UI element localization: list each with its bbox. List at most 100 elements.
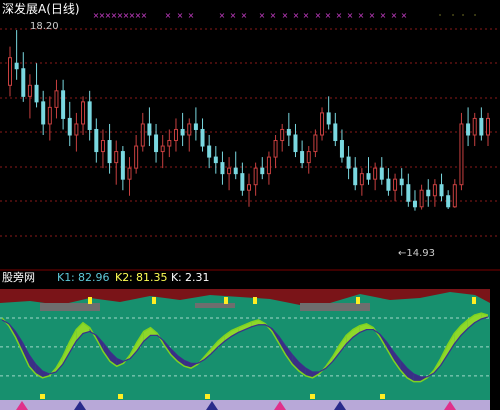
candle-body <box>373 167 378 180</box>
candle-body <box>286 128 291 136</box>
candle-body <box>193 123 198 130</box>
candle-body <box>293 134 298 153</box>
candle-body <box>326 112 331 125</box>
candlesticks <box>8 30 490 211</box>
candle-body <box>167 140 172 147</box>
candle-body <box>320 112 325 136</box>
indicator-grey-band <box>40 303 100 311</box>
candle-body <box>134 145 139 169</box>
candle-body <box>459 123 464 186</box>
candle-body <box>486 117 490 136</box>
candle-body <box>439 184 444 197</box>
svg-text::: : <box>178 271 182 284</box>
signal-marker: × <box>380 11 387 20</box>
signal-marker: × <box>315 11 322 20</box>
candle-body <box>200 128 205 147</box>
candle-body <box>61 90 66 119</box>
candle-body <box>366 173 371 180</box>
svg-text::: : <box>71 271 75 284</box>
signal-tick <box>380 394 385 399</box>
signal-tick <box>88 297 92 304</box>
signal-markers: × × × × × × × × × × × × × × × × × × × × × × × × × × × × × · · · · <box>93 11 477 20</box>
signal-marker: × <box>325 11 332 20</box>
signal-marker: · <box>462 11 465 20</box>
signal-tick <box>118 394 123 399</box>
candle-body <box>160 145 165 153</box>
indicator-grey-band <box>300 303 370 311</box>
candle-body <box>419 189 424 208</box>
candle-body <box>406 184 411 202</box>
candle-body <box>260 167 265 175</box>
signal-marker: × <box>177 11 184 20</box>
stock-chart-window: × × × × × × × × × × × × × × × × × × × × × × × × × × × × × · · · · 18.20 … <box>0 0 500 410</box>
signal-tick <box>472 297 476 304</box>
candle-body <box>47 106 52 125</box>
indicator-panel <box>0 289 490 410</box>
candle-body <box>74 123 79 136</box>
candle-body <box>379 167 384 180</box>
indicator-grey-band <box>195 303 235 308</box>
signal-marker: × <box>401 11 408 20</box>
candle-body <box>127 167 132 180</box>
candle-body <box>479 117 484 136</box>
signal-marker: × <box>259 11 266 20</box>
candle-body <box>120 151 125 180</box>
candle-body <box>114 151 119 164</box>
signal-marker: · <box>439 11 442 20</box>
candle-body <box>346 156 351 169</box>
candle-body <box>67 117 72 136</box>
indicator-name: 股旁网 <box>2 270 35 284</box>
chart-title: 深发展A(日线) <box>2 1 80 16</box>
candle-body <box>34 84 39 103</box>
candle-body <box>154 134 159 153</box>
candle-body <box>452 184 457 208</box>
candle-body <box>333 123 338 142</box>
candle-body <box>54 90 59 108</box>
candle-body <box>147 123 152 136</box>
candle-body <box>306 151 311 164</box>
signal-marker: × <box>369 11 376 20</box>
signal-marker: × <box>391 11 398 20</box>
candle-body <box>399 178 404 186</box>
candle-body <box>273 140 278 158</box>
candle-body <box>247 184 251 191</box>
candle-body <box>359 173 364 186</box>
candle-body <box>412 200 417 208</box>
candle-body <box>339 140 344 158</box>
candle-body <box>140 123 145 147</box>
signal-marker: × <box>165 11 172 20</box>
high-price-label: 18.20 <box>30 21 59 32</box>
signal-tick <box>152 297 156 304</box>
candle-body <box>313 134 318 153</box>
candle-body <box>94 128 99 153</box>
candle-body <box>386 178 391 191</box>
candle-body <box>213 156 218 164</box>
legend-k1-label: K1 <box>57 271 71 284</box>
candle-body <box>446 195 451 208</box>
candle-body <box>87 101 92 130</box>
candle-body <box>253 167 258 186</box>
signal-marker: · <box>474 11 477 20</box>
signal-tick <box>356 297 360 304</box>
candle-body <box>81 101 86 125</box>
candle-body <box>266 156 271 175</box>
candle-body <box>233 167 238 175</box>
candle-body <box>240 173 245 191</box>
legend-k1-value: 82.96 <box>78 271 110 284</box>
candle-body <box>472 117 477 136</box>
legend-k2-label: K2 <box>115 271 129 284</box>
candle-body <box>227 167 232 175</box>
signal-marker: × <box>336 11 343 20</box>
candle-body <box>21 68 26 97</box>
candle-body <box>180 128 185 136</box>
signal-marker: × <box>282 11 289 20</box>
signal-tick <box>224 297 228 304</box>
low-price-label: ←14.93 <box>398 248 435 259</box>
signal-marker: × <box>241 11 248 20</box>
signal-marker: × <box>293 11 300 20</box>
candle-body <box>173 128 178 142</box>
signal-tick <box>253 297 257 304</box>
candle-body <box>100 140 105 153</box>
candle-body <box>353 167 358 186</box>
candle-body <box>107 140 112 164</box>
